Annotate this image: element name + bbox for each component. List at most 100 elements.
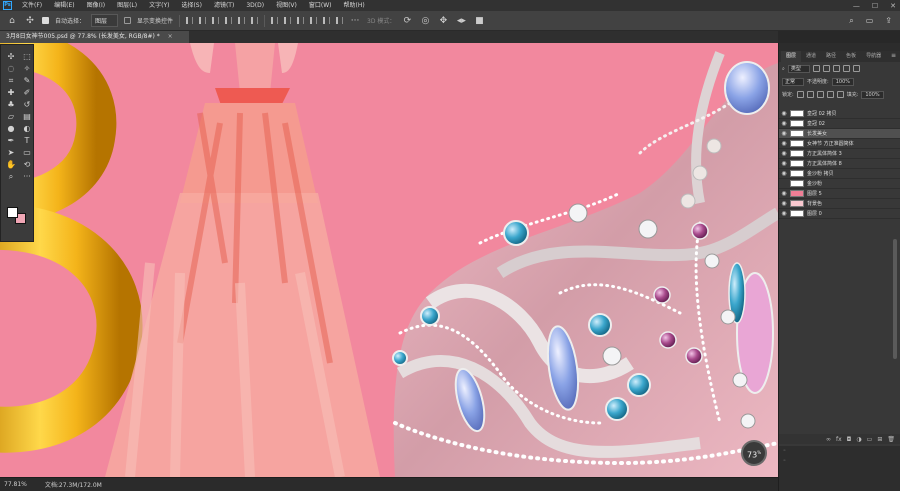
new-layer-icon[interactable]: ⊞	[877, 436, 882, 443]
3d-roll-icon[interactable]: ◎	[419, 16, 431, 26]
collapsed-panel-icon[interactable]: ◦	[779, 446, 900, 456]
3d-rotate-icon[interactable]: ⟳	[401, 16, 413, 26]
filter-pixel-icon[interactable]	[812, 65, 820, 72]
distribute-left-icon[interactable]	[310, 17, 318, 24]
move-tool-icon[interactable]: ✣	[4, 51, 18, 63]
close-window-button[interactable]: ✕	[890, 2, 896, 10]
type-tool-icon[interactable]: T	[20, 135, 34, 147]
foreground-color-swatch[interactable]	[7, 207, 18, 218]
auto-select-dropdown[interactable]: 图层	[91, 14, 119, 27]
opacity-input[interactable]: 100%	[831, 77, 854, 86]
history-brush-icon[interactable]: ↺	[20, 99, 34, 111]
add-mask-icon[interactable]: ◘	[847, 436, 852, 443]
lock-pixels-icon[interactable]	[806, 91, 814, 98]
distribute-right-icon[interactable]	[336, 17, 344, 24]
document-tab[interactable]: 3月8日女神节005.psd @ 77.8% (长发美女, RGB/8#) * …	[0, 31, 189, 43]
canvas[interactable]	[0, 43, 778, 477]
tab-navigator[interactable]: 导航器	[861, 51, 886, 62]
layer-row[interactable]: ◉ 女神节 方正准圆简体	[779, 139, 900, 149]
align-right-icon[interactable]	[212, 17, 220, 24]
visibility-eye-icon[interactable]: ◉	[779, 110, 789, 117]
distribute-top-icon[interactable]	[271, 17, 279, 24]
gradient-tool-icon[interactable]: ▤	[20, 111, 34, 123]
visibility-eye-icon[interactable]: ◉	[779, 200, 789, 207]
layer-filter-dropdown[interactable]: 类型	[787, 64, 810, 73]
visibility-eye-icon[interactable]: ◉	[779, 140, 789, 147]
menu-help[interactable]: 帮助(H)	[338, 0, 371, 11]
pen-tool-icon[interactable]: ✒	[4, 135, 18, 147]
layer-style-icon[interactable]: fx	[836, 436, 842, 443]
menu-window[interactable]: 窗口(W)	[303, 0, 338, 11]
eraser-tool-icon[interactable]: ▱	[4, 111, 18, 123]
distribute-bottom-icon[interactable]	[297, 17, 305, 24]
panel-menu-icon[interactable]: ≡	[891, 52, 896, 59]
3d-pan-icon[interactable]: ✥	[437, 16, 449, 26]
blend-mode-dropdown[interactable]: 正常	[782, 77, 805, 86]
menu-3d[interactable]: 3D(D)	[240, 0, 270, 11]
visibility-eye-icon[interactable]: ◉	[779, 130, 789, 137]
document-size[interactable]: 文档:27.3M/172.0M	[45, 480, 102, 489]
link-layers-icon[interactable]: ∞	[826, 436, 831, 443]
layer-row[interactable]: ◉ 图层 5	[779, 189, 900, 199]
fill-input[interactable]: 100%	[861, 90, 884, 99]
filter-smart-icon[interactable]	[852, 65, 860, 72]
tab-swatches[interactable]: 色板	[841, 51, 861, 62]
crop-tool-icon[interactable]: ⌗	[4, 75, 18, 87]
delete-layer-icon[interactable]: 🗑	[887, 436, 895, 443]
lock-position-icon[interactable]	[816, 91, 824, 98]
close-tab-icon[interactable]: ×	[168, 33, 173, 40]
menu-select[interactable]: 选择(S)	[175, 0, 208, 11]
layer-row[interactable]: ◉ 方正黑体简体 3	[779, 149, 900, 159]
layer-row[interactable]: ◉ 方正黑体简体 8	[779, 159, 900, 169]
show-transform-checkbox[interactable]	[124, 17, 132, 24]
hand-tool-icon[interactable]: ✋	[4, 159, 18, 171]
lock-all-icon[interactable]	[836, 91, 844, 98]
filter-adjust-icon[interactable]	[822, 65, 830, 72]
clone-stamp-icon[interactable]: ♣	[4, 99, 18, 111]
layer-row[interactable]: ◉ 图层 0	[779, 209, 900, 219]
align-bottom-icon[interactable]	[251, 17, 259, 24]
photoshop-logo-icon[interactable]: Ps	[3, 1, 12, 10]
menu-edit[interactable]: 编辑(E)	[48, 0, 80, 11]
menu-view[interactable]: 视图(V)	[270, 0, 303, 11]
eyedropper-tool-icon[interactable]: ✎	[20, 75, 34, 87]
layer-row[interactable]: ◉ 背景色	[779, 199, 900, 209]
layers-scrollbar[interactable]	[893, 239, 897, 359]
shape-tool-icon[interactable]: ▭	[20, 147, 34, 159]
tab-paths[interactable]: 路径	[821, 51, 841, 62]
menu-filter[interactable]: 滤镜(T)	[208, 0, 240, 11]
3d-scale-icon[interactable]: ■	[473, 16, 485, 26]
layer-row[interactable]: ◉ 长发美女	[779, 129, 900, 139]
path-select-icon[interactable]: ➤	[4, 147, 18, 159]
zoom-indicator[interactable]: 73%	[741, 440, 767, 466]
menu-layer[interactable]: 图层(L)	[111, 0, 143, 11]
move-tool-icon[interactable]: ✣	[24, 16, 36, 26]
align-center-icon[interactable]	[199, 17, 207, 24]
maximize-button[interactable]: ☐	[872, 2, 878, 10]
lock-transparent-icon[interactable]	[796, 91, 804, 98]
collapsed-panel-icon[interactable]: ◦	[779, 456, 900, 466]
magic-wand-tool-icon[interactable]: ✧	[20, 63, 34, 75]
layer-row[interactable]: ◉ 皇冠 02 拷贝	[779, 109, 900, 119]
adjustment-layer-icon[interactable]: ◑	[856, 436, 861, 443]
visibility-eye-icon[interactable]: ◉	[779, 190, 789, 197]
new-group-icon[interactable]: ▭	[867, 436, 873, 443]
workspace-icon[interactable]: ▭	[866, 16, 874, 26]
lasso-tool-icon[interactable]: ◌	[4, 63, 18, 75]
healing-brush-icon[interactable]: ✚	[4, 87, 18, 99]
brush-tool-icon[interactable]: ✐	[20, 87, 34, 99]
blur-tool-icon[interactable]: ●	[4, 123, 18, 135]
visibility-eye-icon[interactable]: ◉	[779, 180, 789, 187]
visibility-eye-icon[interactable]: ◉	[779, 210, 789, 217]
visibility-eye-icon[interactable]: ◉	[779, 160, 789, 167]
marquee-tool-icon[interactable]: ⬚	[20, 51, 34, 63]
distribute-center-icon[interactable]	[323, 17, 331, 24]
filter-shape-icon[interactable]	[842, 65, 850, 72]
minimize-button[interactable]: —	[853, 2, 860, 10]
align-middle-icon[interactable]	[238, 17, 246, 24]
menu-type[interactable]: 文字(Y)	[143, 0, 175, 11]
lock-artboard-icon[interactable]	[826, 91, 834, 98]
layer-row[interactable]: ◉ 金沙粉 拷贝	[779, 169, 900, 179]
search-icon[interactable]: ⌕	[849, 16, 853, 26]
layer-row[interactable]: ◉ 皇冠 02	[779, 119, 900, 129]
